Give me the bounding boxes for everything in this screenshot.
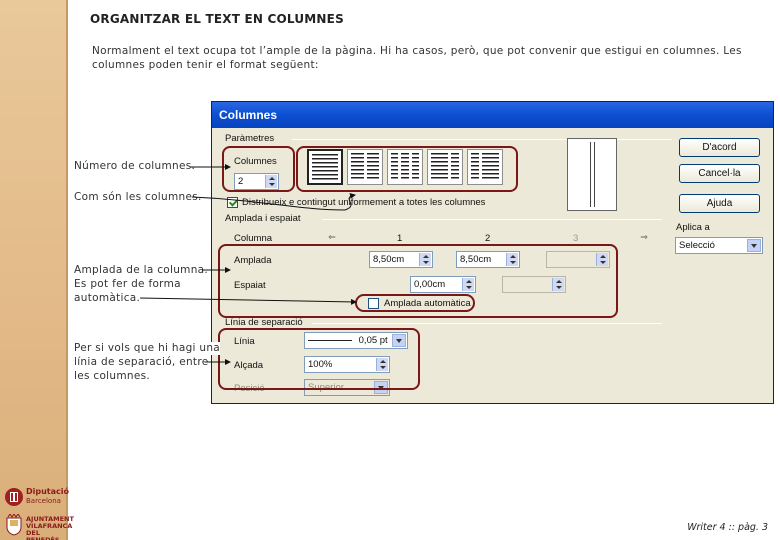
ok-button[interactable]: D'acord xyxy=(679,138,760,157)
annotation-separator-1: Per si vols que hi hagi una xyxy=(74,342,221,355)
highlight-auto-width xyxy=(355,294,475,312)
annotation-separator-3: les columnes. xyxy=(74,370,151,382)
annotation-width-3: automàtica. xyxy=(74,292,141,304)
chevron-down-icon[interactable] xyxy=(747,239,761,252)
ajuntament-line3: DEL PENEDÈS xyxy=(26,529,60,540)
width-spacing-label: Amplada i espaiat xyxy=(225,213,301,224)
apply-to-select[interactable]: Selecció xyxy=(675,237,763,254)
annotation-column-count: Número de columnes. xyxy=(74,160,196,172)
diputacio-city: Barcelona xyxy=(26,497,61,505)
apply-to-label: Aplica a xyxy=(676,222,710,233)
divider xyxy=(322,219,662,220)
columns-preview xyxy=(567,138,617,211)
distribute-checkbox[interactable] xyxy=(227,197,238,208)
highlight-separator-line xyxy=(218,328,420,390)
page-title: ORGANITZAR EL TEXT EN COLUMNES xyxy=(90,12,344,26)
annotation-column-style: Com són les columnes. xyxy=(74,191,202,203)
intro-paragraph: Normalment el text ocupa tot l’ample de … xyxy=(92,45,742,71)
divider xyxy=(312,323,662,324)
annotation-width-2: Es pot fer de forma xyxy=(74,278,181,290)
parameters-label: Paràmetres xyxy=(225,133,275,144)
column-number-2: 2 xyxy=(485,233,491,244)
ajuntament-logo: AJUNTAMENT VILAFRANCA DEL PENEDÈS xyxy=(4,514,74,540)
apply-to-value: Selecció xyxy=(679,240,715,251)
separator-section-label: Línia de separació xyxy=(225,317,303,328)
column-header-label: Columna xyxy=(234,233,273,244)
decorative-sidebar xyxy=(0,0,68,540)
arrow-right-icon[interactable]: ⇒ xyxy=(637,232,651,245)
annotation-separator-2: línia de separació, entre xyxy=(74,356,209,369)
highlight-columns-count xyxy=(222,146,295,192)
cancel-button[interactable]: Cancel·la xyxy=(679,164,760,183)
diputacio-name: Diputació xyxy=(26,487,70,496)
column-number-3: 3 xyxy=(573,233,579,244)
dialog-titlebar[interactable]: Columnes xyxy=(212,102,773,128)
highlight-column-layouts xyxy=(296,146,518,192)
diputacio-logo: Diputació Barcelona xyxy=(4,486,70,508)
help-button[interactable]: Ajuda xyxy=(679,194,760,213)
distribute-label: Distribueix e contingut uniformement a t… xyxy=(242,197,486,208)
page-footer: Writer 4 :: pàg. 3 xyxy=(687,522,768,533)
diputacio-emblem-icon xyxy=(5,488,23,506)
ajuntament-shield-icon xyxy=(6,514,22,536)
annotation-width-1: Amplada de la columna. xyxy=(74,264,209,276)
dialog-title: Columnes xyxy=(219,108,278,122)
column-number-1: 1 xyxy=(397,233,403,244)
